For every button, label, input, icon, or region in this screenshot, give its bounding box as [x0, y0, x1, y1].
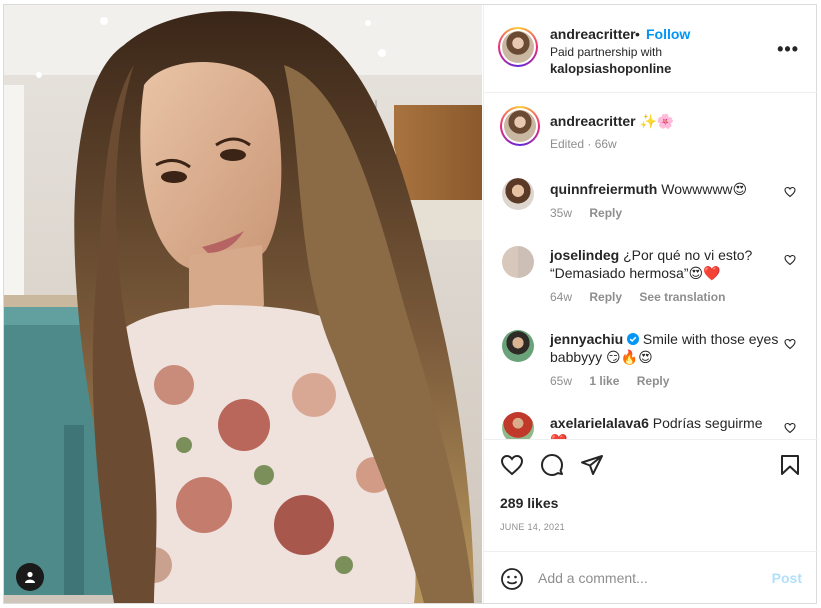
comments-list[interactable]: andreacritter ✨🌸 Edited · 66w quinnfreie… — [484, 94, 818, 440]
comment-text: joselindeg ¿Por qué no vi esto? “Demasia… — [550, 246, 782, 282]
caption-time: 66w — [594, 137, 617, 151]
add-comment-bar: Post — [484, 551, 818, 603]
emoji-icon[interactable] — [500, 567, 524, 591]
commenter-avatar[interactable] — [502, 412, 534, 439]
comment-text: quinnfreiermuth Wowwwww😍 — [550, 180, 782, 198]
post-photo[interactable] — [4, 5, 482, 603]
author-avatar[interactable] — [498, 27, 538, 67]
comment-icon[interactable] — [540, 453, 564, 477]
comment-emoji: 😏🔥😍 — [606, 349, 653, 365]
caption-emojis: ✨🌸 — [639, 113, 675, 129]
comment-meta: 65w 1 like Reply — [550, 374, 683, 388]
comment-like-heart-icon[interactable] — [784, 338, 796, 350]
user-icon — [25, 571, 35, 583]
likes-count[interactable]: 289 likes — [500, 495, 558, 511]
comment-text: jennyachiu Smile with those eyes babbyyy… — [550, 330, 782, 366]
comment-like-heart-icon[interactable] — [784, 422, 796, 434]
comment-time: 64w — [550, 290, 573, 304]
comment-time: 35w — [550, 206, 573, 220]
post-side-panel: andreacritter • Follow Paid partnership … — [483, 5, 818, 603]
comment-username[interactable]: joselindeg — [550, 247, 619, 263]
caption-text: andreacritter ✨🌸 — [550, 113, 674, 130]
reply-button[interactable]: Reply — [589, 206, 622, 220]
follow-button[interactable]: Follow — [646, 26, 690, 42]
separator-dot: • — [635, 26, 640, 42]
comment-username[interactable]: quinnfreiermuth — [550, 181, 657, 197]
reply-button[interactable]: Reply — [589, 290, 622, 304]
commenter-avatar[interactable] — [502, 246, 534, 278]
commenter-avatar[interactable] — [502, 330, 534, 362]
comment-meta: 64w Reply See translation — [550, 290, 739, 304]
comment-body: Wowwwww — [661, 181, 733, 197]
comment-emoji: ❤️ — [550, 433, 567, 439]
caption-avatar[interactable] — [500, 106, 540, 146]
author-username[interactable]: andreacritter — [550, 26, 636, 42]
send-icon[interactable] — [580, 453, 604, 477]
comment-like-heart-icon[interactable] — [784, 254, 796, 266]
comment-likes-count[interactable]: 1 like — [589, 374, 619, 388]
comment-body: Podrías seguirme — [652, 415, 763, 431]
comment-username[interactable]: axelarielalava6 — [550, 415, 649, 431]
comment-like-heart-icon[interactable] — [784, 186, 796, 198]
post-header: andreacritter • Follow Paid partnership … — [484, 5, 817, 93]
comment-emoji: 😍 — [732, 181, 748, 197]
reply-button[interactable]: Reply — [637, 374, 670, 388]
paid-partnership-label: Paid partnership with — [550, 45, 663, 59]
caption-edited-label: Edited — [550, 137, 585, 151]
comment-emoji: 😍❤️ — [688, 265, 721, 281]
post-comment-button[interactable]: Post — [772, 570, 802, 586]
comment-text: axelarielalava6 Podrías seguirme ❤️ — [550, 414, 782, 439]
caption-username[interactable]: andreacritter — [550, 113, 636, 129]
see-translation-button[interactable]: See translation — [639, 290, 725, 304]
comment-time: 65w — [550, 374, 573, 388]
heart-icon[interactable] — [500, 453, 524, 477]
comment-username[interactable]: jennyachiu — [550, 331, 623, 347]
bookmark-icon[interactable] — [778, 453, 802, 477]
photo-illustration — [4, 5, 482, 603]
add-comment-input[interactable] — [538, 567, 758, 589]
tagged-users-button[interactable] — [16, 563, 44, 591]
partner-brand-link[interactable]: kalopsiashoponline — [550, 61, 671, 76]
post-date[interactable]: JUNE 14, 2021 — [500, 522, 565, 532]
caption-meta: Edited · 66w — [550, 137, 617, 151]
comment-meta: 35w Reply — [550, 206, 636, 220]
verified-badge-icon — [627, 333, 640, 345]
commenter-avatar[interactable] — [502, 178, 534, 210]
more-options-icon[interactable]: ••• — [777, 39, 799, 60]
post-actions — [484, 441, 818, 489]
post-dialog: andreacritter • Follow Paid partnership … — [3, 4, 818, 604]
